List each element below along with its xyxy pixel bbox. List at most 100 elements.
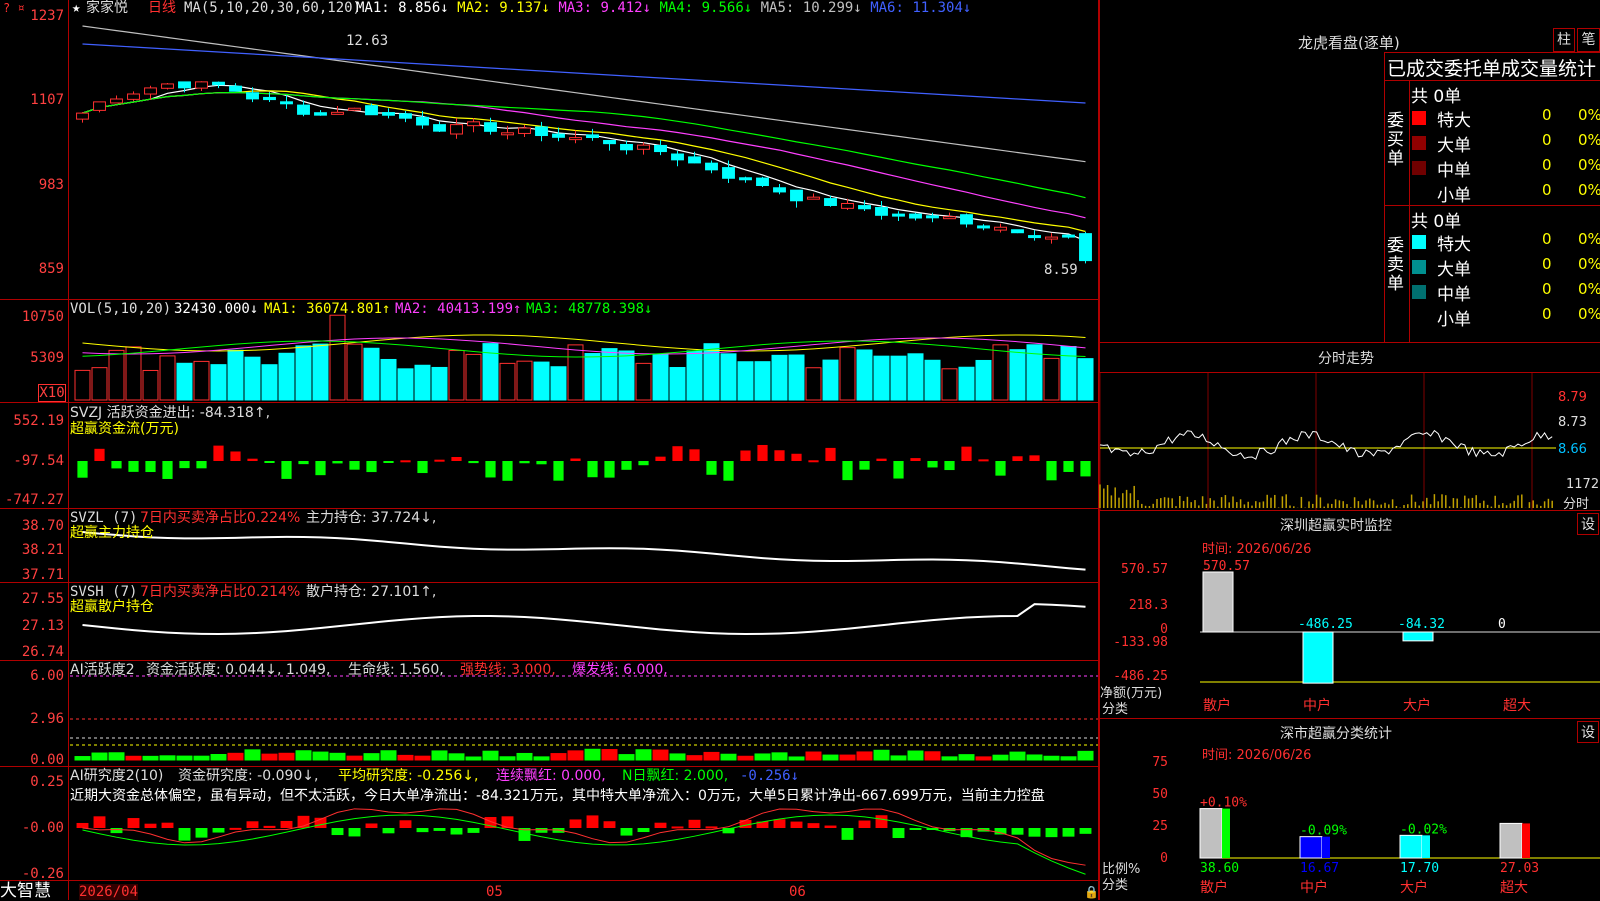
stats-bar-1: [1299, 836, 1323, 859]
ai1-bar: [499, 756, 516, 761]
stats-axis-3: 0: [1160, 851, 1168, 866]
svzj-bar: [502, 461, 513, 481]
ai2-bar: [93, 816, 106, 828]
ai2-bar: [178, 828, 191, 841]
ai1-bar: [618, 754, 635, 761]
svzj-bar: [553, 461, 564, 481]
stats-value-1: 16.67: [1300, 861, 1339, 876]
svzj-bar: [281, 461, 292, 479]
buy-rows-cell-0-2: 0%: [1578, 106, 1600, 124]
ai1-bar: [176, 755, 193, 761]
monitor-bar-1: [1302, 631, 1334, 684]
svzj-bar: [995, 461, 1006, 476]
volume-bar: [193, 360, 210, 401]
buy-rows-cell-0-1: 0: [1542, 106, 1552, 124]
buy-total: 共 0单: [1411, 87, 1462, 107]
ai2-bar: [263, 825, 276, 828]
candle-body: [875, 207, 888, 216]
buy-rows-cell-2-2: 0%: [1578, 156, 1600, 174]
candle-body: [195, 81, 208, 89]
sell-rows-cell-0-2: 0%: [1578, 230, 1600, 248]
svzj-bar: [791, 453, 802, 461]
favorite-star-icon[interactable]: ★: [72, 0, 80, 16]
volume-bar: [754, 361, 771, 401]
lock-icon[interactable]: 🔒: [1084, 884, 1099, 900]
volume-bar: [686, 350, 703, 401]
ai2-label-d: 连续飘红: 0.000,: [496, 768, 606, 784]
monitor-axis-3: -133.98: [1113, 635, 1168, 650]
candle-body: [212, 81, 225, 86]
ai2-bar: [365, 823, 378, 828]
stats-xlabel: 分类: [1102, 878, 1129, 893]
svzj-bar: [162, 461, 173, 479]
ai2-bar: [892, 828, 905, 839]
volume-bar: [1043, 357, 1060, 401]
stats-settings-button[interactable]: 设: [1577, 721, 1599, 743]
buy-rows-cell-1-2: 0%: [1578, 131, 1600, 149]
bar-mode-button[interactable]: 柱: [1553, 28, 1575, 52]
stats-bar-2: [1399, 834, 1423, 859]
candle-body: [773, 187, 786, 193]
volume-bar: [414, 364, 431, 401]
volume-bar: [890, 355, 907, 401]
period-label[interactable]: 日线: [148, 0, 176, 16]
chart-canvas[interactable]: [0, 0, 1100, 880]
ai1-bar: [771, 752, 788, 761]
candle-body: [297, 104, 310, 115]
volume-bar: [261, 364, 278, 401]
svzj-bar: [196, 461, 207, 469]
ai2-bar: [705, 826, 718, 829]
ai2-bar: [1079, 828, 1092, 834]
intraday-title: 分时走势: [1318, 351, 1374, 367]
ai1-bar: [91, 752, 108, 761]
svzl-axis-1: 38.21: [21, 542, 64, 558]
candle-body: [858, 205, 871, 210]
svsh-label-a: SVSH (7): [70, 584, 138, 600]
ai1-bar: [74, 756, 91, 761]
ai2-bar: [620, 828, 633, 836]
stats-axis-2: 25: [1152, 819, 1168, 834]
candle-body: [416, 116, 429, 126]
svzj-bar: [944, 461, 955, 471]
vol-axis-0: 10750: [21, 309, 64, 325]
vol-unit[interactable]: X10: [38, 384, 66, 402]
buy-side: 委买单: [1387, 111, 1404, 169]
svzj-bar: [417, 461, 428, 474]
volume-bar: [1060, 346, 1077, 401]
volume-bar: [856, 349, 873, 401]
ai2-bar: [467, 828, 480, 833]
candle-body: [76, 112, 89, 120]
candle-body: [1045, 236, 1058, 240]
ai2-bar: [569, 819, 582, 828]
monitor-value-0: 570.57: [1203, 559, 1250, 574]
lhb-tabs[interactable]: 已成交委托单成交量统计: [1387, 54, 1596, 81]
svzj-sub: 超赢资金流(万元): [70, 421, 179, 437]
candle-body: [263, 96, 276, 101]
candle-body: [365, 105, 378, 116]
ai1-bar: [788, 756, 805, 761]
candle-body: [620, 143, 633, 151]
stats-bar-3: [1499, 822, 1523, 859]
ai1-bar: [1060, 756, 1077, 761]
ai1-bar: [907, 750, 924, 761]
ai1-bar: [856, 751, 873, 761]
monitor-axis-1: 218.3: [1129, 598, 1168, 613]
monitor-settings-button[interactable]: 设: [1577, 513, 1599, 535]
ai2-label-b: 资金研究度: -0.090↓,: [178, 768, 319, 784]
svzj-bar: [689, 449, 700, 461]
candle-body: [348, 107, 361, 111]
ai2-bar: [416, 828, 429, 833]
tick-mode-button[interactable]: 笔: [1577, 28, 1600, 52]
ai2-bar: [1062, 828, 1075, 837]
ma-values: MA1: 8.856↓ MA2: 9.137↓ MA3: 9.412↓ MA4:…: [356, 0, 971, 16]
ai2-bar: [433, 828, 446, 831]
ai2-axis-1: -0.00: [21, 820, 64, 836]
intraday-price-line: [1099, 429, 1553, 460]
svzj-bar: [808, 460, 819, 463]
stats-top-2: -0.02%: [1400, 822, 1447, 837]
ma-value-2: MA2: 9.137↓: [457, 0, 559, 16]
ai2-line-red: [82, 808, 1086, 866]
svzj-bar: [910, 458, 921, 461]
vol-label: VOL(5,10,20): [70, 301, 172, 317]
ai2-bar: [246, 821, 259, 828]
